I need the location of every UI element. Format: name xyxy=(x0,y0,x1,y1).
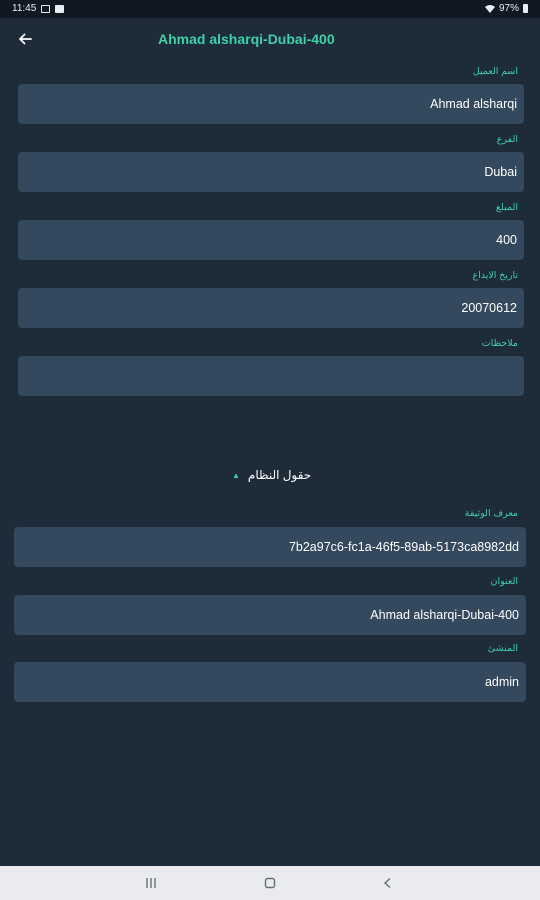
gallery-icon xyxy=(41,4,51,13)
battery-icon xyxy=(523,4,528,13)
notification-icon xyxy=(55,4,65,13)
app-header: Ahmad alsharqi-Dubai-400 xyxy=(0,18,540,62)
branch-label: الفرع xyxy=(496,134,518,145)
nav-back-button[interactable] xyxy=(376,875,400,891)
customer-name-field[interactable]: Ahmad alsharqi xyxy=(18,84,524,124)
navigation-bar xyxy=(0,866,540,900)
battery-percent: 97% xyxy=(498,3,519,14)
customer-name-label: اسم العميل xyxy=(472,66,518,77)
title-field[interactable]: Ahmad alsharqi-Dubai-400 xyxy=(14,595,526,635)
chevron-left-icon xyxy=(383,877,391,889)
recents-icon xyxy=(146,878,156,888)
notes-label: ملاحظات xyxy=(481,338,518,349)
page-title: Ahmad alsharqi-Dubai-400 xyxy=(158,31,335,47)
document-id-label: معرف الوثيقة xyxy=(464,508,518,519)
status-bar: 11:45 97% xyxy=(0,0,540,18)
owner-field[interactable]: admin xyxy=(14,662,526,702)
owner-label: المنشئ xyxy=(487,643,518,654)
status-time: 11:45 xyxy=(12,3,37,14)
title-label: العنوان xyxy=(490,576,518,587)
notes-field[interactable] xyxy=(18,356,524,396)
wifi-icon xyxy=(484,4,495,13)
home-icon xyxy=(264,877,276,889)
amount-label: المبلغ xyxy=(495,202,518,213)
caret-up-icon: ▲ xyxy=(232,470,240,480)
document-id-field[interactable]: 7b2a97c6-fc1a-46f5-89ab-5173ca8982dd xyxy=(14,527,526,567)
system-fields-toggle[interactable]: ▲ حقول النظام xyxy=(232,466,311,484)
home-button[interactable] xyxy=(258,875,282,891)
deposit-date-label: تاريخ الايداع xyxy=(472,270,518,281)
branch-field[interactable]: Dubai xyxy=(18,152,524,192)
arrow-left-icon xyxy=(19,33,32,45)
deposit-date-field[interactable]: 20070612 xyxy=(18,288,524,328)
amount-field[interactable]: 400 xyxy=(18,220,524,260)
recent-apps-button[interactable] xyxy=(139,875,163,891)
system-fields-toggle-label: حقول النظام xyxy=(247,468,312,482)
back-button[interactable] xyxy=(12,26,38,52)
